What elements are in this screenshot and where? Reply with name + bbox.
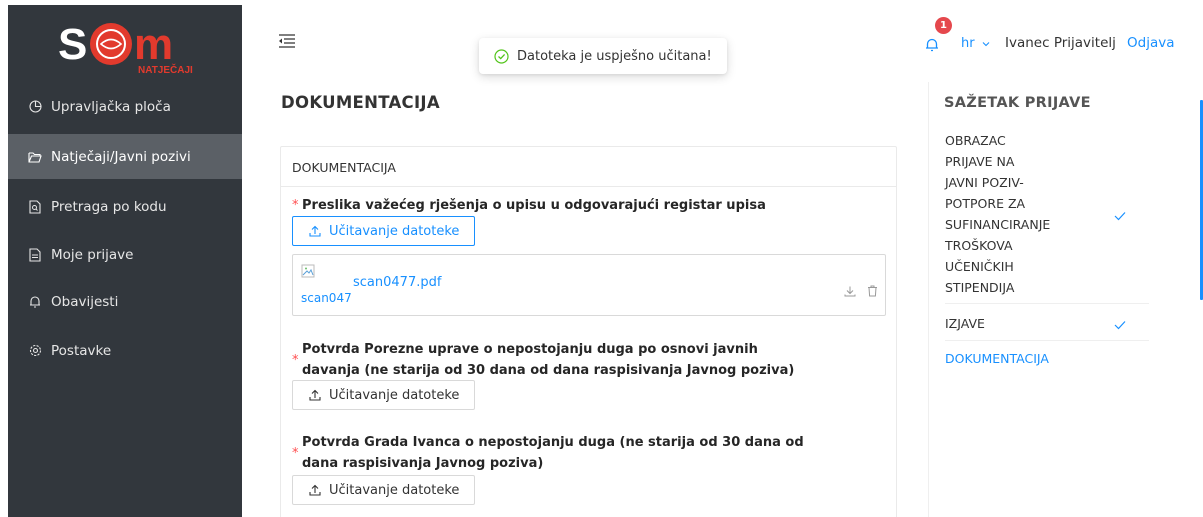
required-asterisk: * bbox=[292, 353, 299, 368]
upload-icon bbox=[309, 225, 321, 237]
summary-item-izjave[interactable]: IZJAVE bbox=[945, 313, 1149, 334]
sidebar-item-label: Obavijesti bbox=[51, 293, 119, 310]
dashboard-icon bbox=[28, 100, 42, 114]
requirement-text-line2: dana raspisivanja Javnog poziva) bbox=[302, 456, 544, 471]
sidebar-item-natjecaji[interactable]: Natječaji/Javni pozivi bbox=[8, 134, 242, 179]
chevron-down-icon bbox=[982, 36, 990, 51]
file-thumbnail[interactable]: scan0477.pdf bbox=[301, 263, 351, 309]
gear-icon bbox=[28, 344, 42, 358]
sidebar-item-label: Postavke bbox=[51, 342, 112, 359]
summary-item-line: STIPENDIJA bbox=[945, 280, 1015, 295]
broken-image-icon bbox=[301, 263, 315, 282]
page-title: DOKUMENTACIJA bbox=[281, 93, 440, 112]
bell-icon bbox=[28, 295, 42, 309]
sidebar-item-pretraga[interactable]: Pretraga po kodu bbox=[8, 184, 242, 229]
folder-open-icon bbox=[28, 150, 42, 164]
summary-divider bbox=[945, 303, 1149, 304]
app-logo[interactable]: S m NATJEČAJI bbox=[56, 13, 206, 76]
notification-badge: 1 bbox=[935, 17, 952, 34]
upload-button-label: Učitavanje datoteke bbox=[329, 223, 460, 239]
sidebar: S m NATJEČAJI Upravljačka ploča Natječaj… bbox=[8, 5, 242, 517]
summary-item-line: UČENIČKIH bbox=[945, 259, 1014, 274]
sidebar-item-label: Pretraga po kodu bbox=[51, 198, 167, 215]
sidebar-item-obavijesti[interactable]: Obavijesti bbox=[8, 279, 242, 324]
file-text-icon bbox=[28, 247, 42, 262]
requirement-label: * Preslika važećeg rješenja o upisu u od… bbox=[292, 195, 766, 216]
logo-subtext: NATJEČAJI bbox=[138, 63, 193, 75]
summary-item-line: DOKUMENTACIJA bbox=[945, 351, 1049, 366]
sidebar-item-label: Upravljačka ploča bbox=[51, 98, 171, 115]
notification-bell-icon[interactable] bbox=[925, 37, 939, 52]
language-selector[interactable]: hr bbox=[961, 36, 990, 51]
delete-icon[interactable] bbox=[867, 282, 880, 297]
summary-item-line: OBRAZAC bbox=[945, 133, 1006, 148]
svg-text:m: m bbox=[134, 20, 173, 69]
requirement-label: * Potvrda Porezne uprave o nepostojanju … bbox=[292, 339, 795, 381]
user-name: Ivanec Prijavitelj bbox=[1005, 35, 1116, 51]
check-icon bbox=[1114, 209, 1126, 221]
svg-text:S: S bbox=[58, 20, 87, 69]
menu-fold-icon[interactable] bbox=[278, 33, 296, 49]
sidebar-item-label: Moje prijave bbox=[51, 246, 134, 263]
sidebar-item-postavke[interactable]: Postavke bbox=[8, 328, 242, 373]
card-title: DOKUMENTACIJA bbox=[281, 147, 896, 187]
upload-icon bbox=[309, 484, 321, 496]
summary-divider bbox=[945, 340, 1149, 341]
check-icon bbox=[1114, 318, 1126, 330]
summary-item-line: TROŠKOVA bbox=[945, 238, 1013, 253]
requirement-text-line2: davanja (ne starija od 30 dana od dana r… bbox=[302, 363, 795, 378]
sidebar-item-label: Natječaji/Javni pozivi bbox=[51, 148, 191, 165]
sidebar-item-dashboard[interactable]: Upravljačka ploča bbox=[8, 84, 242, 129]
success-toast: Datoteka je uspješno učitana! bbox=[479, 38, 727, 74]
upload-button-label: Učitavanje datoteke bbox=[329, 387, 460, 403]
summary-item-line: JAVNI POZIV- bbox=[945, 175, 1024, 190]
upload-button[interactable]: Učitavanje datoteke bbox=[292, 216, 475, 246]
upload-button-label: Učitavanje datoteke bbox=[329, 482, 460, 498]
sidebar-item-moje-prijave[interactable]: Moje prijave bbox=[8, 232, 242, 277]
file-name-link[interactable]: scan0477.pdf bbox=[353, 275, 441, 290]
language-label: hr bbox=[961, 36, 975, 51]
summary-title: SAŽETAK PRIJAVE bbox=[944, 95, 1091, 111]
summary-item-dokumentacija[interactable]: DOKUMENTACIJA bbox=[945, 348, 1149, 369]
upload-button[interactable]: Učitavanje datoteke bbox=[292, 380, 475, 410]
requirement-label: * Potvrda Grada Ivanca o nepostojanju du… bbox=[292, 432, 804, 474]
required-asterisk: * bbox=[292, 198, 299, 213]
summary-item-obrazac[interactable]: OBRAZAC PRIJAVE NA JAVNI POZIV- POTPORE … bbox=[945, 130, 1149, 298]
upload-button[interactable]: Učitavanje datoteke bbox=[292, 475, 475, 505]
required-asterisk: * bbox=[292, 446, 299, 461]
file-thumbnail-alt: scan0477.pdf bbox=[301, 291, 351, 305]
toast-message: Datoteka je uspješno učitana! bbox=[517, 48, 712, 64]
requirement-text: Preslika važećeg rješenja o upisu u odgo… bbox=[302, 198, 766, 213]
uploaded-file-item: scan0477.pdf scan0477.pdf bbox=[292, 254, 886, 316]
check-circle-icon bbox=[494, 48, 509, 64]
requirement-text-line1: Potvrda Grada Ivanca o nepostojanju duga… bbox=[302, 435, 804, 450]
requirement-text-line1: Potvrda Porezne uprave o nepostojanju du… bbox=[302, 342, 758, 357]
download-icon[interactable] bbox=[844, 282, 857, 297]
logout-link[interactable]: Odjava bbox=[1127, 35, 1174, 51]
file-search-icon bbox=[28, 199, 42, 214]
summary-item-line: PRIJAVE NA bbox=[945, 154, 1015, 169]
summary-panel: SAŽETAK PRIJAVE OBRAZAC PRIJAVE NA JAVNI… bbox=[928, 82, 1203, 517]
upload-icon bbox=[309, 389, 321, 401]
